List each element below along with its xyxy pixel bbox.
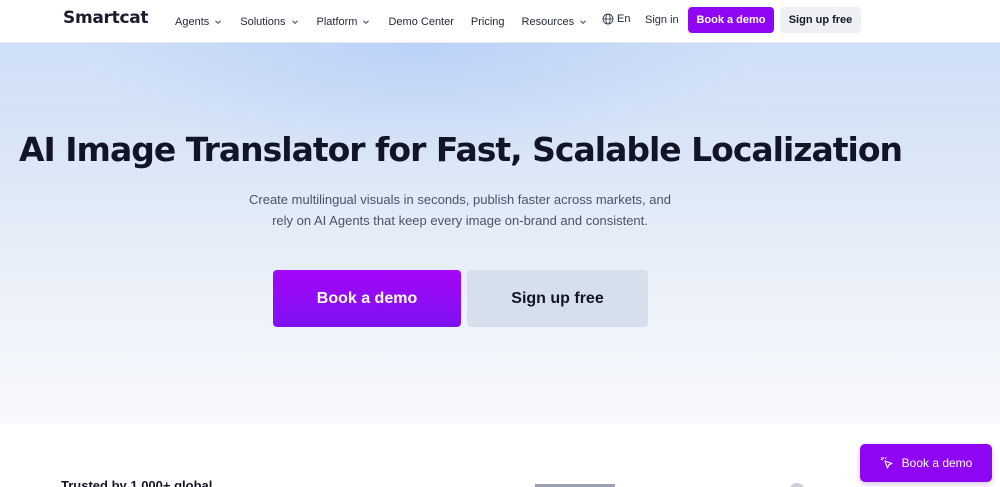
nav-item-solutions[interactable]: Solutions [240,16,299,28]
header-sign-up-button[interactable]: Sign up free [780,7,861,33]
hero-section: AI Image Translator for Fast, Scalable L… [0,43,1000,424]
header-book-demo-button[interactable]: Book a demo [688,7,774,33]
hero-book-demo-button[interactable]: Book a demo [273,270,461,327]
hero-subtitle: Create multilingual visuals in seconds, … [210,189,710,231]
chevron-down-icon [215,19,222,24]
hero-subtitle-line: rely on AI Agents that keep every image … [272,213,648,228]
language-label: En [617,13,631,25]
nav-item-agents[interactable]: Agents [175,16,223,28]
cursor-click-icon [880,456,893,469]
nav-item-pricing[interactable]: Pricing [471,16,505,28]
nav-item-label: Solutions [240,15,286,28]
nav-item-platform[interactable]: Platform [317,16,372,28]
floating-book-demo-button[interactable]: Book a demo [860,444,992,482]
nav-item-label: Demo Center [388,15,454,28]
floating-book-demo-label: Book a demo [901,456,973,470]
partial-shape [789,483,805,487]
hero-subtitle-line: Create multilingual visuals in seconds, … [249,192,671,207]
page: Smartcat Agents Solutions Platform Demo … [0,0,1000,487]
nav-item-label: Resources [521,15,575,28]
nav-item-resources[interactable]: Resources [522,16,589,28]
nav-item-demo-center[interactable]: Demo Center [388,16,453,28]
main-nav: Agents Solutions Platform Demo Center Pr… [175,0,605,43]
smartcat-logo[interactable]: Smartcat [63,8,149,28]
language-selector[interactable]: En [602,13,630,25]
nav-item-label: Pricing [470,15,505,28]
chevron-down-icon [580,19,586,24]
chevron-down-icon [363,19,370,24]
globe-icon [602,13,614,25]
trusted-by-heading: Trusted by 1,000+ global... [61,478,224,487]
chevron-down-icon [291,19,298,24]
hero-sign-up-button[interactable]: Sign up free [467,270,648,327]
sign-in-link[interactable]: Sign in [645,14,679,26]
hero-title: AI Image Translator for Fast, Scalable L… [18,130,903,169]
nav-item-label: Platform [316,15,358,28]
site-header: Smartcat Agents Solutions Platform Demo … [0,0,1000,43]
nav-item-label: Agents [175,15,210,28]
